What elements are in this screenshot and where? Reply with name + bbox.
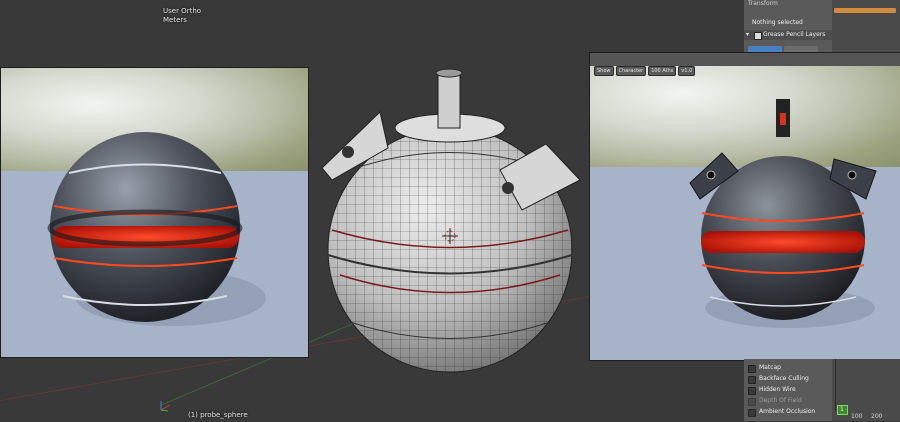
timeline-range-bar[interactable] [834, 8, 896, 13]
object-name-label: (1) probe_sphere [188, 411, 248, 419]
3d-viewport[interactable]: User Ortho Meters Show Character 100 Ath… [0, 0, 900, 421]
grease-pencil-object-tab[interactable] [784, 46, 818, 52]
probe-sphere-render-right [689, 99, 877, 328]
matcap-checkbox[interactable] [748, 365, 756, 373]
backface-culling-label: Backface Culling [759, 375, 809, 382]
current-frame-marker[interactable]: 1 [837, 405, 848, 415]
collapse-triangle-icon[interactable]: ▾ [746, 31, 749, 39]
matcap-label: Matcap [759, 364, 781, 371]
ambient-occlusion-label: Ambient Occlusion [759, 408, 816, 415]
grease-pencil-row[interactable]: ▾ Grease Pencil Layers [744, 30, 832, 40]
timeline-tick-200: 200 [871, 413, 883, 420]
wireframe-sphere-mesh[interactable] [310, 60, 600, 422]
grease-pencil-checkbox[interactable] [754, 32, 762, 40]
properties-panel-top: Transform Nothing selected ▾ Grease Penc… [744, 0, 832, 52]
units-label: Meters [163, 16, 187, 24]
timeline-editor-top[interactable] [832, 0, 900, 52]
backface-culling-checkbox[interactable] [748, 376, 756, 384]
grease-pencil-label: Grease Pencil Layers [763, 31, 826, 38]
nothing-selected-text: Nothing selected [752, 19, 803, 26]
view-name-label: User Ortho [163, 7, 202, 15]
axis-gizmo [158, 398, 172, 412]
ambient-occlusion-checkbox[interactable] [748, 409, 756, 417]
probe-sphere-render-left [47, 132, 266, 326]
render-preview-right: Show Character 100 Aths v1.0 probe_inst_… [589, 52, 900, 361]
timeline-editor-bottom[interactable]: 1 100 200 [832, 359, 900, 421]
depth-of-field-label: Depth Of Field [759, 397, 802, 404]
hidden-wire-label: Hidden Wire [759, 386, 796, 393]
hidden-wire-checkbox[interactable] [748, 387, 756, 395]
transform-header[interactable]: Transform [748, 0, 778, 8]
depth-of-field-checkbox [748, 398, 756, 406]
render-preview-left [0, 67, 309, 358]
grease-pencil-scene-tab[interactable] [748, 46, 782, 52]
shading-options-panel: Matcap Backface Culling Hidden Wire Dept… [744, 359, 832, 421]
current-frame-label: 1 [840, 406, 844, 413]
timeline-tick-100: 100 [851, 413, 863, 420]
